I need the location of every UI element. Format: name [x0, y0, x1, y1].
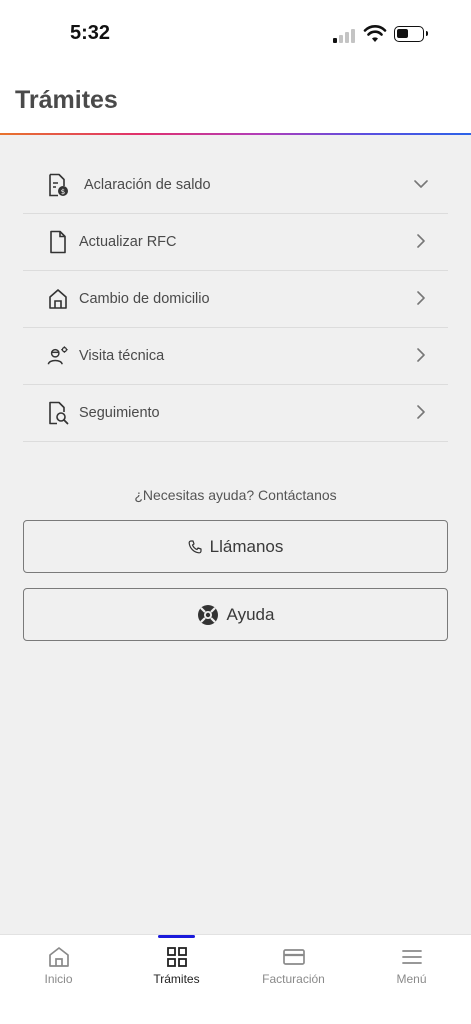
status-bar: 5:32	[0, 0, 471, 66]
svg-text:$: $	[61, 188, 65, 196]
bottom-tab-bar: Inicio Trámites Facturación Menú	[0, 934, 471, 1024]
procedure-label: Aclaración de saldo	[84, 177, 211, 193]
chevron-down-icon[interactable]	[414, 177, 428, 191]
wifi-icon	[363, 25, 387, 42]
procedure-label: Cambio de domicilio	[79, 291, 210, 307]
call-button[interactable]: Llámanos	[23, 520, 448, 573]
call-button-label: Llámanos	[209, 536, 284, 556]
procedure-label: Seguimiento	[79, 405, 160, 421]
tab-menu[interactable]: Menú	[353, 935, 470, 1005]
grid-icon	[167, 947, 187, 967]
procedure-item-seguimiento[interactable]: Seguimiento	[23, 385, 448, 442]
document-search-icon	[49, 401, 69, 425]
chevron-right-icon[interactable]	[414, 291, 428, 305]
chevron-right-icon[interactable]	[414, 234, 428, 248]
tab-label: Menú	[396, 972, 427, 986]
cellular-signal-icon	[333, 27, 359, 43]
accent-divider	[0, 133, 471, 135]
tab-label: Inicio	[44, 972, 73, 986]
tab-label: Facturación	[262, 972, 325, 986]
procedure-item-actualizar-rfc[interactable]: Actualizar RFC	[23, 214, 448, 271]
procedure-label: Visita técnica	[79, 348, 165, 364]
status-time: 5:32	[70, 22, 111, 44]
lifebuoy-icon	[197, 604, 219, 626]
procedure-label: Actualizar RFC	[79, 234, 177, 250]
house-icon	[49, 289, 67, 309]
tab-inicio[interactable]: Inicio	[0, 935, 117, 1005]
chevron-right-icon[interactable]	[414, 348, 428, 362]
phone-icon	[188, 539, 202, 554]
home-icon	[49, 947, 69, 967]
header: Trámites	[0, 66, 471, 134]
tab-tramites[interactable]: Trámites	[118, 935, 235, 1005]
active-tab-indicator	[158, 935, 195, 938]
technician-icon	[47, 346, 68, 365]
document-icon	[50, 230, 66, 254]
help-prompt-text: ¿Necesitas ayuda? Contáctanos	[134, 487, 337, 503]
battery-icon	[394, 26, 428, 42]
chevron-right-icon[interactable]	[414, 405, 428, 419]
credit-card-icon	[283, 949, 305, 965]
help-button-label: Ayuda	[226, 604, 275, 624]
document-dollar-icon: $	[49, 173, 68, 197]
procedure-item-aclaracion-de-saldo[interactable]: $ Aclaración de saldo	[23, 157, 448, 214]
tab-facturacion[interactable]: Facturación	[235, 935, 352, 1005]
procedure-item-cambio-de-domicilio[interactable]: Cambio de domicilio	[23, 271, 448, 328]
help-button[interactable]: Ayuda	[23, 588, 448, 641]
tab-label: Trámites	[153, 972, 200, 986]
procedure-item-visita-tecnica[interactable]: Visita técnica	[23, 328, 448, 385]
page-title: Trámites	[15, 86, 118, 114]
procedures-list: $ Aclaración de saldo Actualizar RFC Cam…	[23, 157, 448, 442]
hamburger-menu-icon	[402, 950, 422, 964]
